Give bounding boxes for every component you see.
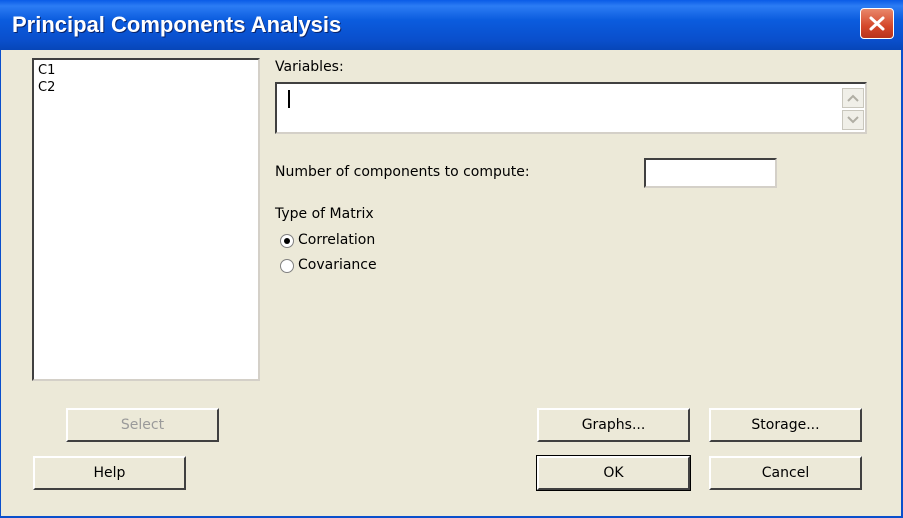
- chevron-down-icon: [847, 116, 859, 124]
- scroll-down-button[interactable]: [842, 110, 864, 130]
- matrix-type-heading: Type of Matrix: [275, 206, 374, 222]
- help-button[interactable]: Help: [33, 456, 186, 490]
- window-title: Principal Components Analysis: [12, 12, 342, 37]
- storage-button[interactable]: Storage...: [709, 408, 862, 442]
- correlation-label: Correlation: [298, 232, 376, 248]
- list-item[interactable]: C2: [38, 80, 55, 95]
- select-button[interactable]: Select: [66, 408, 219, 442]
- text-caret: [288, 90, 290, 108]
- radio-selected-dot: [284, 238, 290, 244]
- ok-button[interactable]: OK: [536, 455, 691, 491]
- cancel-button[interactable]: Cancel: [709, 456, 862, 490]
- scroll-up-button[interactable]: [842, 88, 864, 108]
- column-listbox[interactable]: C1 C2: [32, 58, 260, 381]
- close-icon: [869, 16, 885, 31]
- title-bar: Principal Components Analysis: [0, 0, 903, 50]
- covariance-radio[interactable]: [280, 259, 294, 273]
- variables-label: Variables:: [275, 59, 344, 75]
- num-components-label: Number of components to compute:: [275, 164, 530, 180]
- list-item[interactable]: C1: [38, 63, 55, 78]
- graphs-button[interactable]: Graphs...: [537, 408, 690, 442]
- chevron-up-icon: [847, 94, 859, 102]
- correlation-radio[interactable]: [280, 234, 294, 248]
- num-components-field[interactable]: [644, 158, 777, 188]
- covariance-label: Covariance: [298, 257, 377, 273]
- variables-field[interactable]: [275, 82, 867, 134]
- close-button[interactable]: [860, 8, 894, 39]
